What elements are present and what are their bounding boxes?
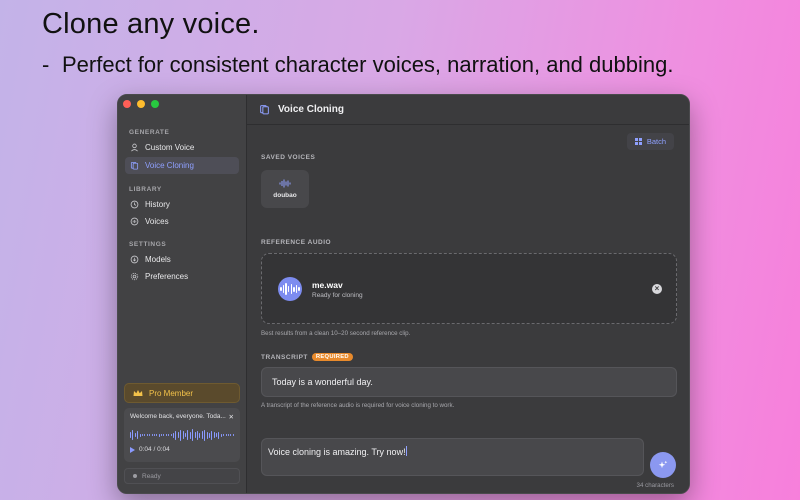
player-title: Welcome back, everyone. Toda...: [130, 413, 226, 420]
mini-player[interactable]: Welcome back, everyone. Toda... ✕ 0:04 /…: [124, 408, 240, 462]
status-dot: [133, 474, 137, 478]
status-text: Ready: [142, 472, 161, 480]
reference-audio-heading: REFERENCE AUDIO: [261, 239, 332, 246]
window-controls: [123, 100, 159, 108]
close-window-button[interactable]: [123, 100, 131, 108]
sidebar-item-label: History: [145, 200, 170, 209]
subline-dash: -: [42, 52, 50, 77]
sidebar-item-history[interactable]: History: [125, 196, 239, 213]
pro-member-label: Pro Member: [149, 388, 194, 398]
required-badge: REQUIRED: [311, 353, 353, 361]
player-close-icon[interactable]: ✕: [229, 413, 234, 421]
person-icon: [131, 143, 138, 152]
play-icon[interactable]: [130, 446, 135, 453]
app-window: GENERATE Custom Voice Voice Cloning LIBR…: [117, 94, 690, 494]
waveform-icon: [278, 277, 302, 301]
generate-text-value: Voice cloning is amazing. Try now!: [268, 447, 406, 457]
reference-file-status: Ready for cloning: [312, 292, 363, 299]
subline: - Perfect for consistent character voices…: [42, 52, 673, 78]
reference-hint: Best results from a clean 10–20 second r…: [261, 330, 411, 337]
batch-button[interactable]: Batch: [626, 133, 674, 150]
character-count: 34 characters: [636, 482, 675, 489]
reference-audio-dropzone[interactable]: me.wav Ready for cloning ×: [261, 253, 677, 324]
title-bar: Voice Cloning: [247, 95, 689, 125]
grid-icon: [634, 138, 642, 145]
clock-icon: [130, 200, 139, 209]
reference-file-name: me.wav: [312, 280, 343, 290]
sidebar-item-preferences[interactable]: Preferences: [125, 268, 239, 285]
sidebar: GENERATE Custom Voice Voice Cloning LIBR…: [118, 95, 247, 493]
document-icon: [130, 161, 139, 170]
player-time: 0:04 / 0:04: [139, 446, 170, 453]
player-time-row: 0:04 / 0:04: [130, 446, 234, 453]
voices-icon: [130, 217, 139, 226]
transcript-input[interactable]: Today is a wonderful day.: [261, 367, 677, 397]
remove-reference-close-icon[interactable]: ×: [652, 284, 662, 294]
generate-button[interactable]: [650, 452, 676, 478]
headline: Clone any voice.: [42, 8, 260, 40]
transcript-label: TRANSCRIPT: [261, 354, 308, 361]
section-settings: SETTINGS: [129, 241, 167, 248]
sidebar-item-label: Models: [145, 255, 171, 264]
sidebar-item-custom-voice[interactable]: Custom Voice: [125, 139, 239, 156]
section-library: LIBRARY: [129, 186, 162, 193]
gear-icon: [130, 272, 139, 281]
sidebar-item-label: Voice Cloning: [145, 161, 194, 170]
saved-voice-tile[interactable]: doubao: [261, 170, 309, 208]
document-icon: [260, 105, 269, 115]
sparkle-icon: [658, 460, 668, 469]
page-title: Voice Cloning: [278, 104, 344, 115]
transcript-hint: A transcript of the reference audio is r…: [261, 402, 455, 409]
status-indicator: Ready: [124, 468, 240, 484]
generate-text-input[interactable]: Voice cloning is amazing. Try now!: [261, 438, 644, 476]
sidebar-item-voices[interactable]: Voices: [125, 213, 239, 230]
zoom-window-button[interactable]: [151, 100, 159, 108]
sidebar-item-label: Voices: [145, 217, 169, 226]
subline-text: Perfect for consistent character voices,…: [62, 52, 674, 77]
pro-member-badge[interactable]: Pro Member: [124, 383, 240, 403]
minimize-window-button[interactable]: [137, 100, 145, 108]
crown-icon: [133, 390, 143, 396]
sidebar-item-label: Custom Voice: [145, 143, 195, 152]
sidebar-item-models[interactable]: Models: [125, 251, 239, 268]
section-generate: GENERATE: [129, 129, 170, 136]
transcript-heading: TRANSCRIPT REQUIRED: [261, 353, 353, 361]
sidebar-item-label: Preferences: [145, 272, 189, 281]
saved-voice-name: doubao: [273, 192, 297, 199]
main-panel: Voice Cloning Batch SAVED VOICES doubao …: [247, 95, 689, 493]
player-title-row: Welcome back, everyone. Toda... ✕: [130, 413, 234, 421]
batch-label: Batch: [646, 137, 666, 146]
saved-voices-heading: SAVED VOICES: [261, 154, 316, 161]
text-caret: [405, 446, 407, 456]
download-icon: [130, 255, 139, 264]
sidebar-item-voice-cloning[interactable]: Voice Cloning: [125, 157, 239, 174]
waveform-icon: [279, 179, 291, 188]
player-waveform[interactable]: [130, 428, 234, 442]
